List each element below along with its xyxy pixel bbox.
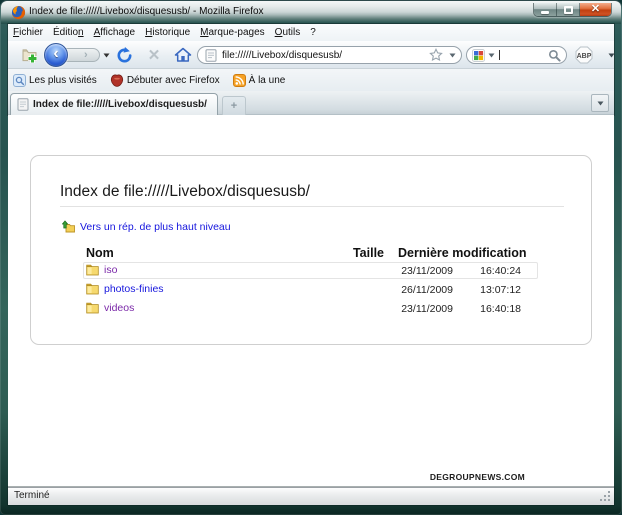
close-icon: ✕ [591, 3, 600, 16]
menu-aide[interactable]: ? [305, 24, 321, 41]
file-date: 26/11/2009 [383, 284, 453, 296]
search-engine-dropdown-icon[interactable] [488, 53, 495, 58]
menu-marque-pages[interactable]: Marque-pages [195, 24, 270, 41]
firefox-logo-icon [11, 5, 26, 20]
file-link[interactable]: photos-finies [104, 283, 164, 295]
google-engine-icon[interactable] [472, 49, 485, 62]
search-caret [499, 50, 500, 60]
menu-fichier[interactable]: Fichier [8, 24, 48, 41]
home-button[interactable] [172, 41, 194, 69]
tab-favicon [17, 98, 29, 111]
home-icon [174, 47, 192, 63]
new-tab-button[interactable]: + [222, 96, 246, 115]
back-history-dropdown[interactable] [103, 53, 110, 58]
page-favicon [205, 49, 217, 62]
file-link[interactable]: iso [104, 264, 117, 276]
new-tab-folder-plus-button[interactable] [20, 41, 40, 69]
column-header-size[interactable]: Taille [336, 246, 384, 260]
urlbar-dropdown-icon[interactable] [449, 53, 456, 58]
search-magnifier-icon[interactable] [548, 49, 561, 62]
up-folder-icon [62, 220, 75, 233]
directory-listing-box: Index de file://///Livebox/disquesusb/ V… [30, 155, 592, 345]
window-title: Index de file://///Livebox/disquesusb/ -… [29, 3, 264, 20]
url-text: file://///Livebox/disquesusb/ [222, 50, 429, 61]
folder-icon [86, 302, 99, 314]
file-date: 23/11/2009 [383, 265, 453, 277]
folder-icon [86, 283, 99, 295]
menu-edition[interactable]: Édition [48, 24, 89, 41]
search-bar[interactable] [466, 46, 567, 64]
file-date: 23/11/2009 [383, 303, 453, 315]
column-header-modified[interactable]: Dernière modification [398, 246, 527, 260]
file-link[interactable]: videos [104, 302, 134, 314]
firefox-start-icon [110, 74, 124, 87]
most-visited-icon [13, 74, 26, 87]
table-header-row: Nom Taille Dernière modification [86, 246, 537, 263]
file-time: 13:07:12 [453, 284, 521, 296]
back-icon: ‹ [53, 45, 58, 63]
maximize-icon [564, 6, 573, 14]
file-time: 16:40:24 [453, 265, 521, 277]
adblock-plus-button[interactable]: ABP [574, 41, 594, 69]
list-all-tabs-icon [597, 101, 604, 106]
menu-affichage[interactable]: Affichage [89, 24, 141, 41]
bookmarks-toolbar: Les plus visités Débuter avec Firefox À … [8, 69, 614, 91]
bookmark-debuter-avec-firefox[interactable]: Débuter avec Firefox [107, 73, 223, 88]
folder-plus-icon [21, 46, 39, 64]
page-content: Index de file://///Livebox/disquesusb/ V… [8, 115, 614, 487]
close-button[interactable]: ✕ [580, 3, 611, 16]
titlebar[interactable]: Index de file://///Livebox/disquesusb/ -… [1, 1, 621, 24]
up-directory-link[interactable]: Vers un rép. de plus haut niveau [62, 220, 564, 233]
status-bar: Terminé [8, 487, 614, 505]
active-tab[interactable]: Index de file://///Livebox/disquesusb/ [10, 93, 218, 115]
up-directory-label[interactable]: Vers un rép. de plus haut niveau [80, 221, 231, 233]
firefox-window: Index de file://///Livebox/disquesusb/ -… [0, 0, 622, 515]
svg-text:ABP: ABP [577, 53, 592, 60]
list-all-tabs-button[interactable] [591, 94, 609, 112]
menu-outils[interactable]: Outils [270, 24, 306, 41]
tab-strip: Index de file://///Livebox/disquesusb/ + [8, 91, 614, 115]
reload-button[interactable] [114, 41, 134, 69]
bookmark-most-visited[interactable]: Les plus visités [10, 73, 100, 88]
column-header-name[interactable]: Nom [86, 246, 114, 260]
directory-heading: Index de file://///Livebox/disquesusb/ [60, 183, 564, 207]
resize-grip[interactable] [599, 490, 612, 503]
folder-icon [86, 264, 99, 276]
table-row: iso 23/11/2009 16:40:24 [86, 263, 537, 282]
table-row: photos-finies 26/11/2009 13:07:12 [86, 282, 537, 301]
navigation-toolbar: › ‹ ✕ [8, 41, 614, 69]
maximize-button[interactable] [557, 3, 580, 16]
minimize-button[interactable] [534, 3, 557, 16]
bookmark-star-icon[interactable] [429, 48, 443, 62]
abp-icon: ABP [575, 46, 593, 64]
location-bar[interactable]: file://///Livebox/disquesusb/ [197, 46, 462, 64]
table-row: videos 23/11/2009 16:40:18 [86, 301, 537, 320]
file-table: Nom Taille Dernière modification iso [86, 246, 537, 320]
back-button[interactable]: ‹ [44, 43, 68, 67]
bookmark-a-la-une[interactable]: À la une [230, 73, 289, 88]
status-text: Terminé [14, 490, 50, 501]
stop-icon: ✕ [148, 46, 161, 64]
window-controls: ✕ [533, 3, 612, 17]
menu-bar: Fichier Édition Affichage Historique Mar… [8, 24, 614, 41]
stop-button[interactable]: ✕ [144, 41, 164, 69]
back-forward-group: › ‹ [44, 42, 106, 68]
tab-title: Index de file://///Livebox/disquesusb/ [33, 99, 207, 110]
menu-historique[interactable]: Historique [140, 24, 195, 41]
toolbar-overflow-dropdown-icon[interactable] [608, 53, 615, 58]
file-time: 16:40:18 [453, 303, 521, 315]
browser-chrome: Fichier Édition Affichage Historique Mar… [8, 24, 614, 115]
rss-feed-icon [233, 74, 246, 87]
minimize-icon [541, 11, 549, 14]
reload-icon [116, 47, 133, 64]
watermark: DEGROUPNEWS.COM [430, 472, 525, 482]
forward-icon: › [84, 50, 88, 61]
